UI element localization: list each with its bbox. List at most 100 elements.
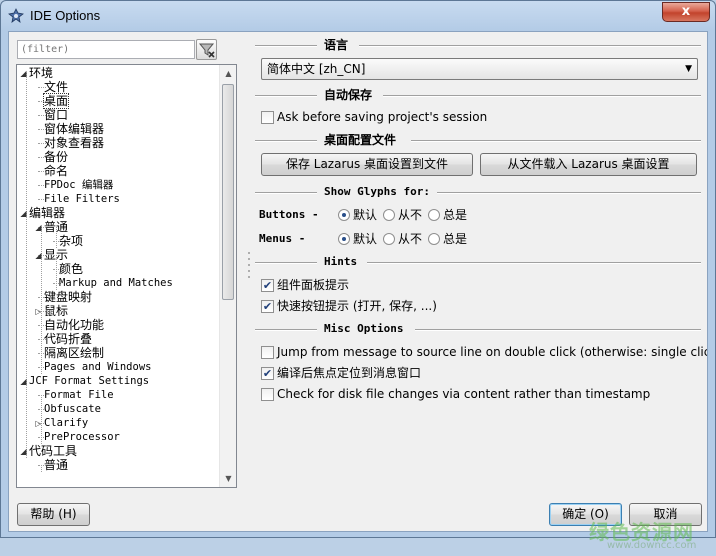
radio-label: 从不 [398,208,423,222]
tree-item[interactable]: 杂项 [59,234,83,248]
options-tree[interactable]: ◢ 环境 文件 桌面 窗口 窗体编辑器 对象查看器 备份 命名 FPDoc 编辑器 File Fil… [16,64,237,488]
tree-item[interactable]: 隔离区绘制 [44,346,104,360]
tree-scrollbar[interactable]: ▲ ▼ [219,65,236,487]
menus-glyphs-label: Menus - [259,232,306,245]
tree-item[interactable]: 代码折叠 [44,332,92,346]
tree-item[interactable]: JCF Format Settings [29,374,149,388]
tree-item[interactable]: 对象查看器 [44,136,104,150]
radio-label: 总是 [443,232,468,246]
tree-item[interactable]: 键盘映射 [44,290,92,304]
collapse-arrow-icon[interactable]: ◢ [19,447,28,456]
radio-label: 从不 [398,232,423,246]
radio-circle[interactable] [338,209,350,221]
tree-item[interactable]: 鼠标 [44,304,68,318]
buttons-glyphs-label: Buttons - [259,208,319,221]
misc-section-header: Misc Options [255,322,701,336]
checkbox-box[interactable] [261,346,274,359]
tree-item[interactable]: 备份 [44,150,68,164]
tree-item[interactable]: 文件 [44,80,68,94]
expand-arrow-icon[interactable]: ▷ [34,307,43,316]
radio-circle[interactable] [383,233,395,245]
tree-item[interactable]: Format File [44,388,114,402]
tree-item[interactable]: Pages and Windows [44,360,151,374]
tree-item[interactable]: Markup and Matches [59,276,173,290]
collapse-arrow-icon[interactable]: ◢ [34,223,43,232]
checkbox-checked-icon[interactable]: ✔ [261,300,274,313]
scroll-up-arrow-icon[interactable]: ▲ [220,65,236,82]
checkbox-checked-icon[interactable]: ✔ [261,279,274,292]
palette-hints-label: 组件面板提示 [277,278,350,292]
collapse-arrow-icon[interactable]: ◢ [19,377,28,386]
scrollbar-thumb[interactable] [222,84,234,300]
ide-options-window: IDE Options x ◢环境文件桌面窗口窗体编辑器对象查看器备份命名FPD… [0,0,716,551]
tree-item[interactable]: 显示 [44,248,68,262]
scroll-down-arrow-icon[interactable]: ▼ [220,470,236,487]
speedbutton-hints-label: 快速按钮提示 (打开, 保存, ...) [277,299,437,313]
jump-from-message-checkbox[interactable]: Jump from message to source line on doub… [261,344,707,360]
save-desktop-settings-button[interactable]: 保存 Lazarus 桌面设置到文件 [261,153,473,176]
tree-item[interactable]: 普通 [44,220,68,234]
tree-item[interactable]: 命名 [44,164,68,178]
help-button[interactable]: 帮助 (H) [17,503,90,526]
clear-filter-icon [198,43,215,58]
tree-item[interactable]: 桌面 [42,93,70,109]
tree-item[interactable]: Obfuscate [44,402,101,416]
ok-button[interactable]: 确定 (O) [549,503,622,526]
collapse-arrow-icon[interactable]: ◢ [19,209,28,218]
cancel-button[interactable]: 取消 [629,503,702,526]
radio-circle[interactable] [428,233,440,245]
close-icon: x [681,4,691,19]
tree-item[interactable]: PreProcessor [44,430,120,444]
window-title: IDE Options [30,8,101,23]
tree-item[interactable]: 编辑器 [29,206,65,220]
autosave-heading: 自动保存 [324,88,373,102]
hints-heading: Hints [324,255,358,268]
language-select[interactable]: 简体中文 [zh_CN] ▼ [261,58,698,80]
tree-item[interactable]: 窗体编辑器 [44,122,104,136]
chevron-down-icon: ▼ [685,64,692,74]
tree-item[interactable]: File Filters [44,192,120,206]
tree-item[interactable]: 颜色 [59,262,83,276]
desktop-config-heading: 桌面配置文件 [324,133,397,147]
clear-filter-button[interactable] [196,39,217,60]
dialog-client-area: ◢环境文件桌面窗口窗体编辑器对象查看器备份命名FPDoc 编辑器File Fil… [8,31,708,551]
tree-item[interactable]: 代码工具 [29,444,77,458]
tree-guide-line [41,227,42,374]
radio-label: 默认 [353,208,378,222]
glyphs-section-header: Show Glyphs for: [255,185,701,199]
tree-item[interactable]: Clarify [44,416,88,430]
language-heading: 语言 [324,38,349,52]
lazarus-app-icon [8,8,24,23]
check-disk-changes-label: Check for disk file changes via content … [277,387,651,401]
expand-arrow-icon[interactable]: ▷ [34,419,43,428]
title-bar: IDE Options x [1,1,715,31]
focus-messages-label: 编译后焦点定位到消息窗口 [277,366,422,380]
desktop-config-section-header: 桌面配置文件 [255,133,701,147]
tree-item[interactable]: 普通 [44,458,68,472]
checkbox-box[interactable] [261,111,274,124]
tree-item[interactable]: 窗口 [44,108,68,122]
jump-from-message-label: Jump from message to source line on doub… [277,345,707,359]
hints-section-header: Hints [255,255,701,269]
radio-circle[interactable] [383,209,395,221]
collapse-arrow-icon[interactable]: ◢ [19,69,28,78]
checkbox-checked-icon[interactable]: ✔ [261,367,274,380]
load-desktop-settings-button[interactable]: 从文件载入 Lazarus 桌面设置 [480,153,697,176]
close-button[interactable]: x [662,2,710,22]
watermark-sub-text: www.downcc.com [607,540,697,551]
autosave-section-header: 自动保存 [255,88,701,102]
radio-circle[interactable] [338,233,350,245]
radio-label: 总是 [443,208,468,222]
filter-input[interactable] [17,40,195,59]
radio-label: 默认 [353,232,378,246]
tree-item[interactable]: 环境 [29,66,53,80]
misc-heading: Misc Options [324,322,404,335]
language-select-value: 简体中文 [zh_CN] [267,62,366,76]
tree-item[interactable]: 自动化功能 [44,318,104,332]
pane-splitter[interactable] [247,250,251,280]
radio-circle[interactable] [428,209,440,221]
ask-before-saving-label: Ask before saving project's session [277,110,488,124]
tree-item[interactable]: FPDoc 编辑器 [44,178,113,192]
collapse-arrow-icon[interactable]: ◢ [34,251,43,260]
checkbox-box[interactable] [261,388,274,401]
